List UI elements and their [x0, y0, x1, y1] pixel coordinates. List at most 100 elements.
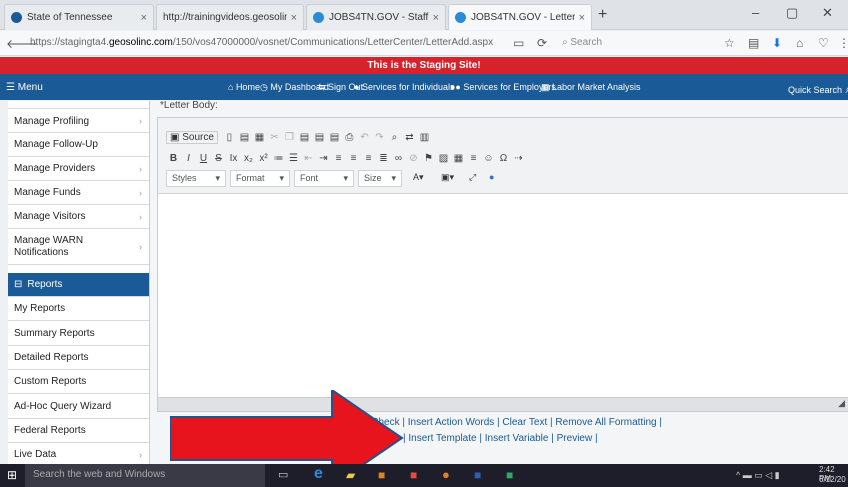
- bulleted-list-icon[interactable]: ☰: [286, 153, 301, 164]
- task-view-icon[interactable]: ▭: [278, 468, 288, 481]
- sidebar-item-manage-follow-up[interactable]: Manage Follow-Up: [8, 133, 149, 157]
- outdent-icon[interactable]: ⇤: [301, 153, 316, 164]
- sidebar-item-detailed-reports[interactable]: Detailed Reports: [8, 346, 149, 370]
- home-icon[interactable]: ⌂: [796, 36, 803, 50]
- special-char-icon[interactable]: Ω: [496, 153, 511, 164]
- format-dropdown[interactable]: Format ▾: [230, 170, 290, 187]
- tab-training-videos[interactable]: http://trainingvideos.geosolinc.c ×: [156, 4, 304, 30]
- remove-format-icon[interactable]: Ix: [226, 153, 241, 164]
- select-all-icon[interactable]: ▥: [417, 132, 432, 143]
- close-tab-icon[interactable]: ×: [141, 12, 147, 24]
- justify-icon[interactable]: ≣: [376, 153, 391, 164]
- minimize-button[interactable]: –: [752, 5, 759, 20]
- strikethrough-icon[interactable]: S: [211, 153, 226, 164]
- italic-icon[interactable]: I: [181, 153, 196, 164]
- pocket-icon[interactable]: ♡: [818, 36, 829, 50]
- horizontal-line-icon[interactable]: ≡: [466, 153, 481, 164]
- url-field[interactable]: https://stagingta4.geosolinc.com/150/vos…: [26, 34, 500, 53]
- download-icon[interactable]: ⬇: [772, 36, 782, 50]
- print-icon[interactable]: ⎙: [342, 132, 357, 143]
- paste-word-icon[interactable]: ▤: [327, 132, 342, 143]
- bookmark-star-icon[interactable]: ☆: [724, 36, 735, 50]
- close-tab-icon[interactable]: ×: [291, 12, 297, 24]
- close-tab-icon[interactable]: ×: [579, 12, 585, 24]
- source-button[interactable]: ▣ Source: [166, 131, 218, 144]
- redo-icon[interactable]: ↷: [372, 132, 387, 143]
- maximize-button[interactable]: ▢: [786, 5, 798, 21]
- insert-action-words-link[interactable]: Insert Action Words: [408, 417, 495, 428]
- new-tab-button[interactable]: +: [598, 6, 607, 24]
- sidebar-item-custom-reports[interactable]: Custom Reports: [8, 370, 149, 394]
- size-dropdown[interactable]: Size ▾: [358, 170, 402, 187]
- system-tray-icons[interactable]: ^ ▬ ▭ ◁ ▮: [736, 470, 780, 481]
- editor-body[interactable]: [158, 194, 848, 398]
- numbered-list-icon[interactable]: ≔: [271, 153, 286, 164]
- tab-staff-service[interactable]: JOBS4TN.GOV - Staff Service ×: [306, 4, 446, 30]
- replace-icon[interactable]: ⇄: [402, 132, 417, 143]
- undo-icon[interactable]: ↶: [357, 132, 372, 143]
- preview-link[interactable]: Preview: [557, 433, 593, 444]
- bold-icon[interactable]: B: [166, 153, 181, 164]
- remove-formatting-link[interactable]: Remove All Formatting: [555, 417, 656, 428]
- sidebar-item-manage-warn[interactable]: Manage WARN Notifications ›: [8, 229, 149, 265]
- taskbar-search-input[interactable]: Search the web and Windows: [25, 464, 265, 487]
- nav-labor-market[interactable]: ▦ Labor Market Analysis: [541, 82, 641, 93]
- sidebar-item-my-reports[interactable]: My Reports: [8, 297, 149, 321]
- table-icon[interactable]: ▦: [451, 153, 466, 164]
- subscript-icon[interactable]: x₂: [241, 153, 256, 164]
- paste-icon[interactable]: ▤: [297, 132, 312, 143]
- reading-list-icon[interactable]: ▤: [748, 36, 759, 50]
- copy-icon[interactable]: ❐: [282, 132, 297, 143]
- bg-color-button[interactable]: ▣▾: [436, 170, 460, 187]
- sidebar-item-federal-reports[interactable]: Federal Reports: [8, 419, 149, 443]
- tab-state-of-tennessee[interactable]: State of Tennessee ×: [4, 4, 154, 30]
- powerpoint-icon[interactable]: ■: [378, 468, 385, 482]
- about-icon[interactable]: ●: [484, 170, 502, 187]
- paste-text-icon[interactable]: ▤: [312, 132, 327, 143]
- styles-dropdown[interactable]: Styles ▾: [166, 170, 226, 187]
- overflow-menu-icon[interactable]: ⋮: [838, 36, 848, 50]
- text-color-button[interactable]: A▾: [408, 170, 434, 187]
- firefox-icon[interactable]: ●: [442, 467, 450, 482]
- menu-button[interactable]: ☰ Menu: [6, 82, 43, 93]
- align-center-icon[interactable]: ≡: [346, 153, 361, 164]
- sidebar-item-manage-providers[interactable]: Manage Providers ›: [8, 157, 149, 181]
- file-explorer-icon[interactable]: ▰: [346, 468, 355, 482]
- nav-home[interactable]: ⌂ Home: [228, 82, 260, 92]
- nav-services-individuals[interactable]: ● Services for Individuals: [354, 82, 454, 92]
- word-icon[interactable]: ■: [474, 468, 481, 482]
- sidebar-item-adhoc-query[interactable]: Ad-Hoc Query Wizard: [8, 394, 149, 419]
- close-window-button[interactable]: ✕: [822, 5, 833, 21]
- maximize-icon[interactable]: ⤢: [464, 170, 482, 187]
- windows-start-icon[interactable]: ⊞: [7, 468, 17, 482]
- acrobat-icon[interactable]: ■: [410, 468, 417, 482]
- edge-icon[interactable]: e: [314, 465, 323, 483]
- indent-icon[interactable]: ⇥: [316, 153, 331, 164]
- sidebar-section-reports[interactable]: ⊟ Reports: [8, 273, 149, 297]
- sidebar-item-manage-funds[interactable]: Manage Funds ›: [8, 181, 149, 205]
- link-icon[interactable]: ∞: [391, 153, 406, 164]
- clock-date[interactable]: 6/12/20: [819, 475, 846, 484]
- align-left-icon[interactable]: ≡: [331, 153, 346, 164]
- sidebar-item-manage-visitors[interactable]: Manage Visitors ›: [8, 205, 149, 229]
- reader-view-icon[interactable]: ▭: [513, 36, 524, 50]
- close-tab-icon[interactable]: ×: [433, 12, 439, 24]
- font-dropdown[interactable]: Font ▾: [294, 170, 354, 187]
- browser-search-input[interactable]: ⌕ Search: [557, 34, 702, 53]
- sidebar-item-live-data[interactable]: Live Data ›: [8, 443, 149, 464]
- find-icon[interactable]: ⌕: [387, 132, 402, 143]
- excel-icon[interactable]: ■: [506, 468, 513, 482]
- new-page-icon[interactable]: ▯: [222, 132, 237, 143]
- anchor-icon[interactable]: ⚑: [421, 153, 436, 164]
- smiley-icon[interactable]: ☺: [481, 153, 496, 164]
- unlink-icon[interactable]: ⊘: [406, 153, 421, 164]
- resize-handle-icon[interactable]: ◢: [838, 398, 845, 409]
- image-icon[interactable]: ▨: [436, 153, 451, 164]
- clear-text-link[interactable]: Clear Text: [502, 417, 547, 428]
- insert-variable-link[interactable]: Insert Variable: [485, 433, 549, 444]
- quick-search-button[interactable]: Quick Search ⌕: [788, 82, 848, 97]
- sidebar-item-summary-reports[interactable]: Summary Reports: [8, 321, 149, 346]
- templates-icon[interactable]: ▦: [252, 132, 267, 143]
- reload-icon[interactable]: ⟳: [537, 36, 547, 50]
- align-right-icon[interactable]: ≡: [361, 153, 376, 164]
